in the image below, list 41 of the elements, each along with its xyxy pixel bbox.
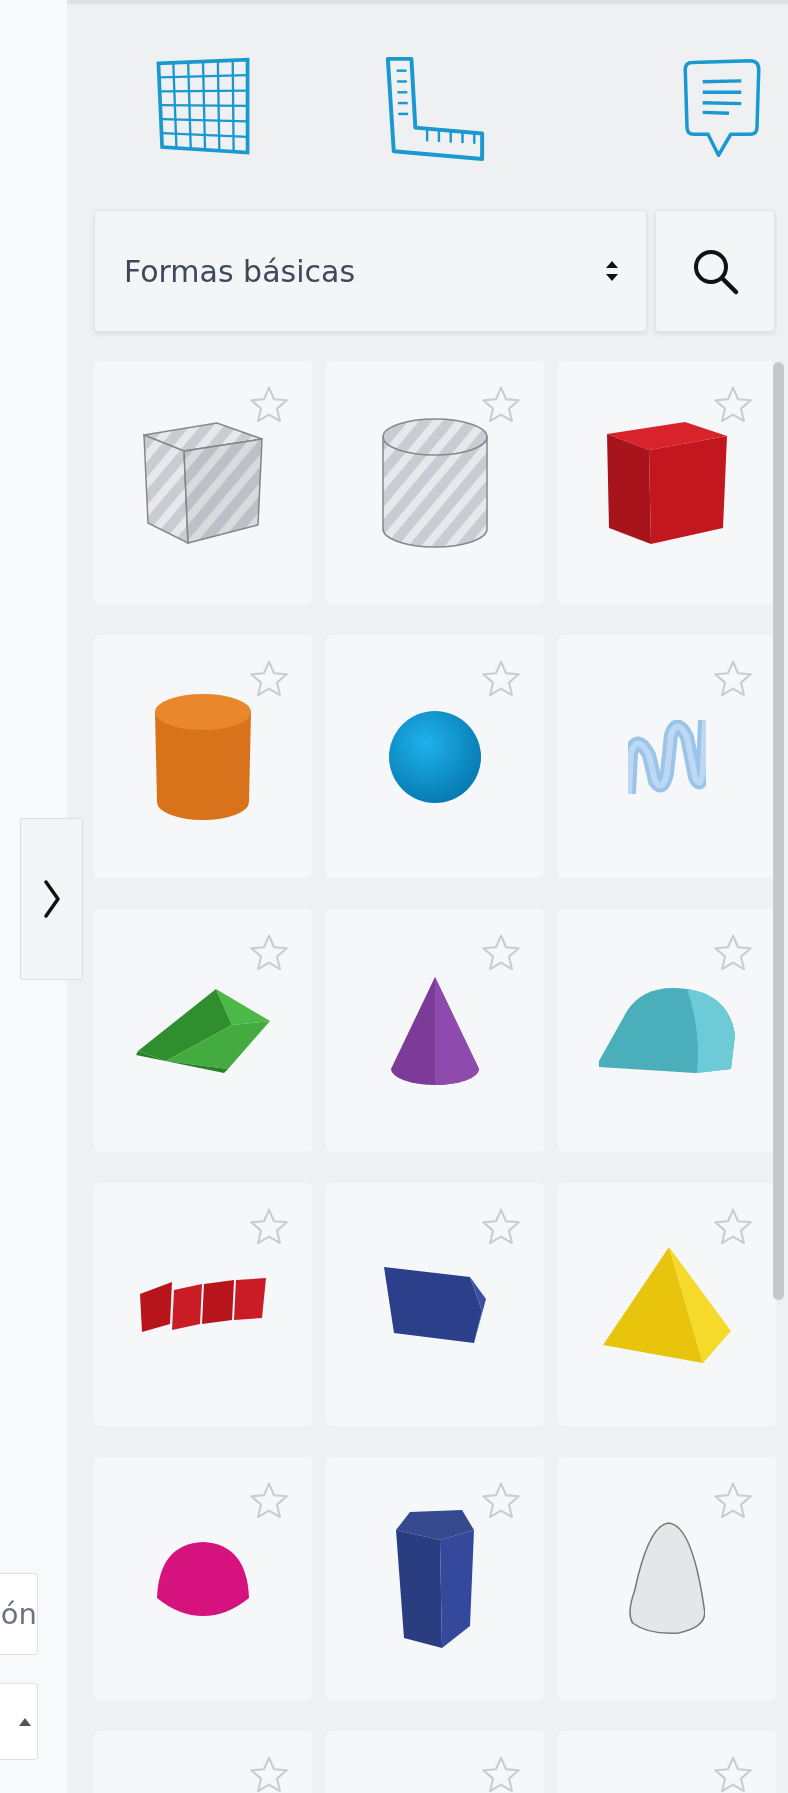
star-icon[interactable]	[480, 1481, 522, 1521]
shape-tile[interactable]	[558, 909, 776, 1152]
scrollbar-thumb[interactable]	[773, 362, 784, 1300]
star-icon[interactable]	[480, 933, 522, 973]
shape-tile[interactable]	[94, 635, 312, 878]
shape-tile[interactable]	[558, 361, 776, 604]
star-icon[interactable]	[712, 933, 754, 973]
chevron-right-icon	[42, 879, 61, 919]
star-icon[interactable]	[712, 1207, 754, 1247]
star-icon[interactable]	[712, 659, 754, 699]
star-icon[interactable]	[480, 1755, 522, 1793]
search-button[interactable]	[655, 210, 775, 332]
shape-tile[interactable]	[94, 1457, 312, 1700]
star-icon[interactable]	[712, 1481, 754, 1521]
shape-tile[interactable]	[326, 361, 544, 604]
star-icon[interactable]	[248, 385, 290, 425]
star-icon[interactable]	[712, 1755, 754, 1793]
shape-tile[interactable]	[94, 1183, 312, 1426]
star-icon[interactable]	[480, 1207, 522, 1247]
category-dropdown[interactable]: Formas básicas	[94, 210, 647, 332]
shape-tile[interactable]	[326, 909, 544, 1152]
shape-tile[interactable]	[558, 635, 776, 878]
star-icon[interactable]	[248, 1755, 290, 1793]
caret-up-icon	[19, 1717, 31, 1726]
shape-tile[interactable]	[326, 635, 544, 878]
star-icon[interactable]	[712, 385, 754, 425]
star-icon[interactable]	[248, 1207, 290, 1247]
shape-tile[interactable]	[558, 1183, 776, 1426]
text-field[interactable]: ión	[0, 1573, 38, 1655]
shape-tile[interactable]	[558, 1457, 776, 1700]
shape-tile[interactable]	[94, 361, 312, 604]
star-icon[interactable]	[480, 385, 522, 425]
star-icon[interactable]	[248, 659, 290, 699]
star-icon[interactable]	[248, 1481, 290, 1521]
shape-tile[interactable]	[326, 1183, 544, 1426]
expand-button[interactable]	[20, 818, 83, 980]
shape-tile[interactable]	[326, 1457, 544, 1700]
stepper-button[interactable]	[0, 1683, 38, 1760]
star-icon[interactable]	[248, 933, 290, 973]
star-icon[interactable]	[480, 659, 522, 699]
shape-tile[interactable]	[94, 909, 312, 1152]
